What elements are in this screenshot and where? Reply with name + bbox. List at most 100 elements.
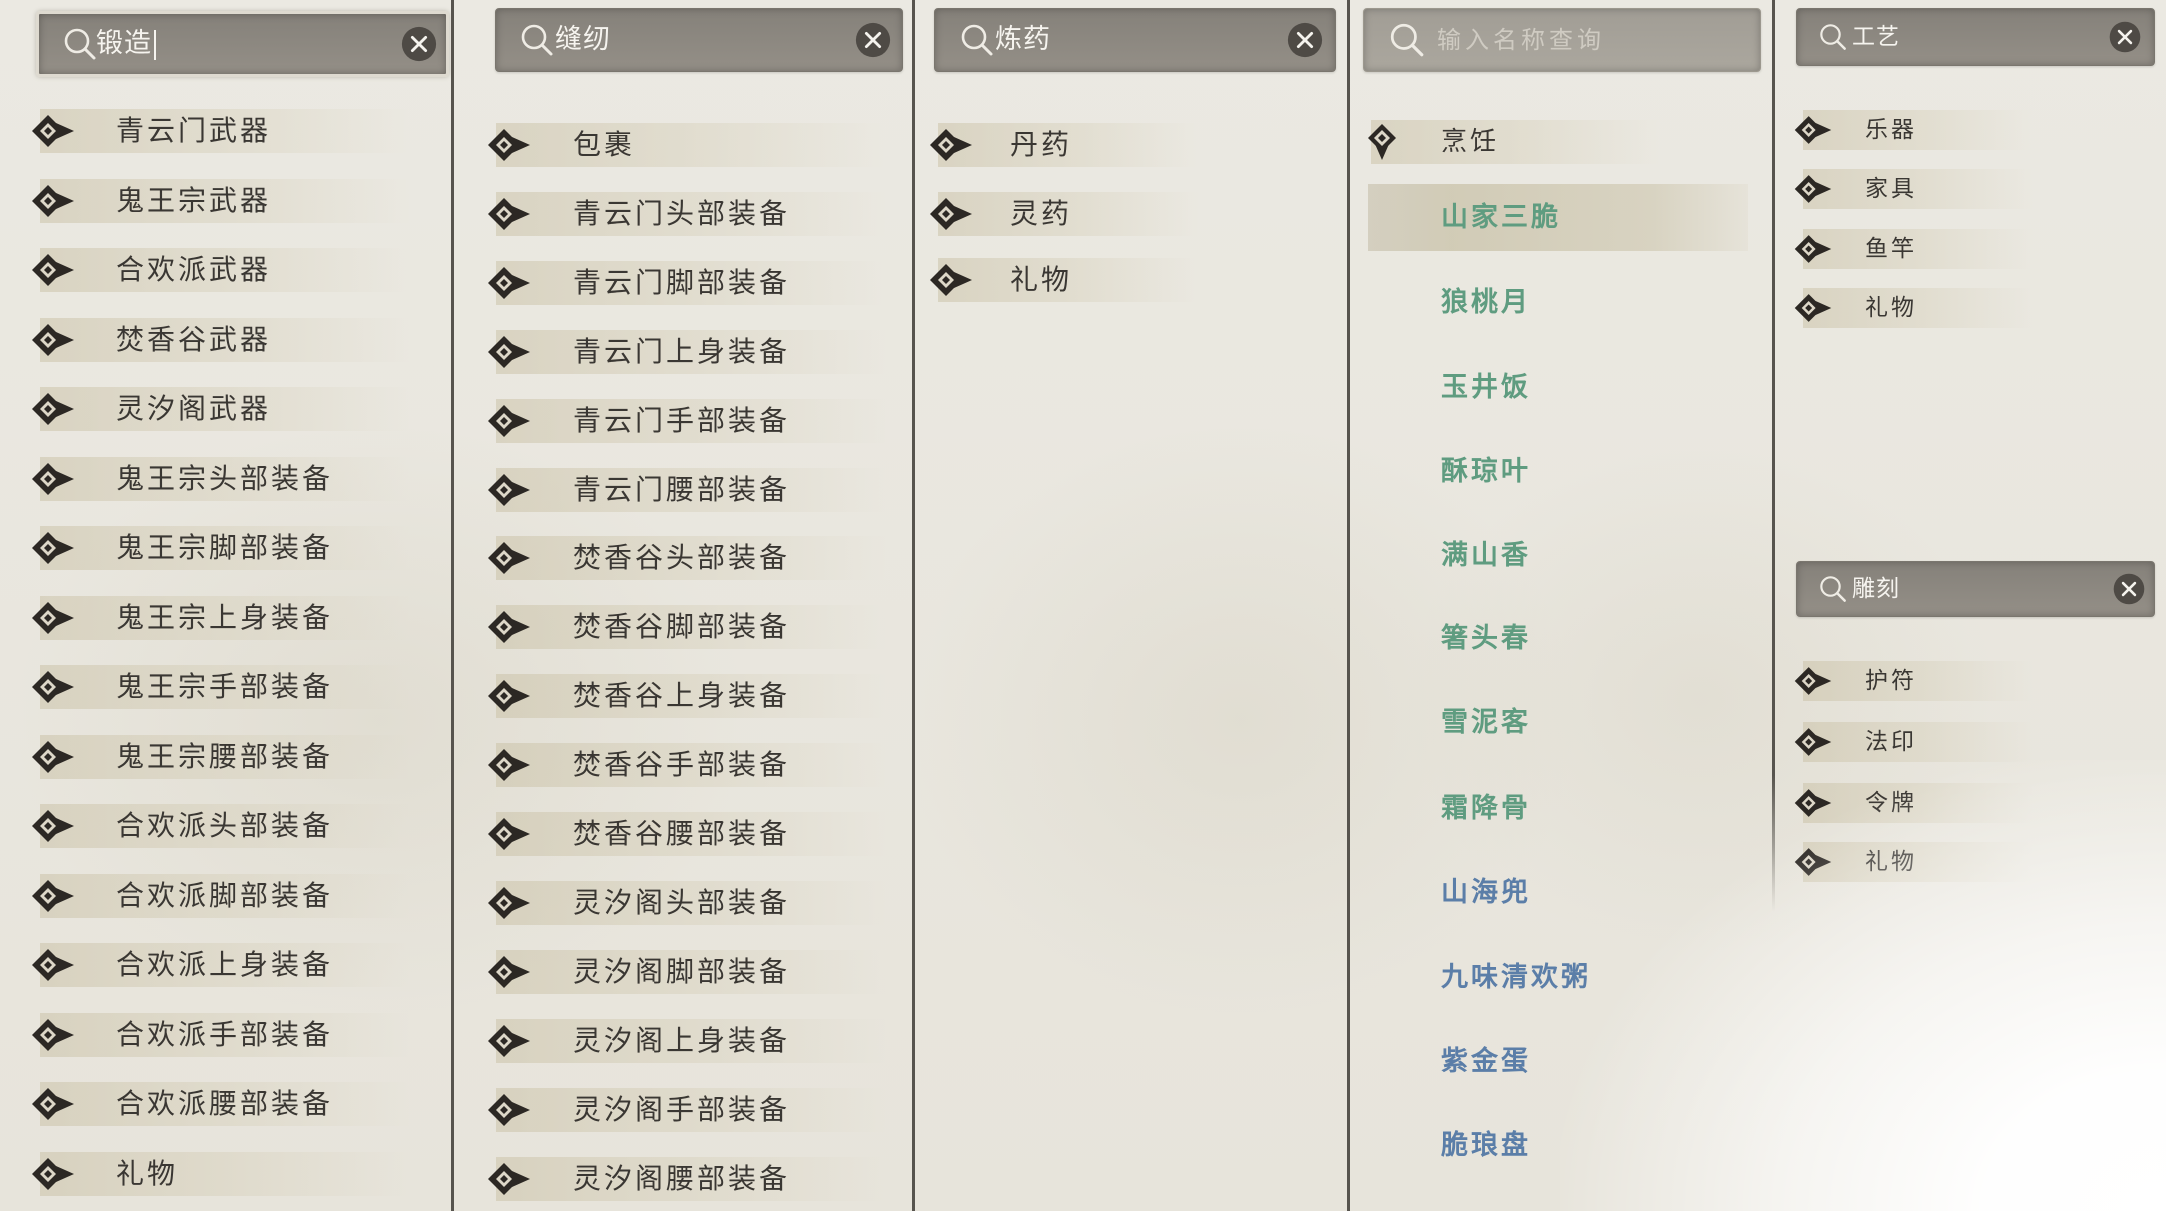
- list-item[interactable]: 灵汐阁上身装备: [486, 1019, 886, 1063]
- search-input[interactable]: 锻造: [96, 14, 386, 74]
- list-item[interactable]: 灵汐阁腰部装备: [486, 1157, 886, 1201]
- list-item-label: 焚香谷武器: [116, 323, 272, 356]
- clear-search-button[interactable]: [2108, 20, 2142, 54]
- list-item[interactable]: 鬼王宗手部装备: [30, 665, 410, 709]
- list-item-label: 焚香谷脚部装备: [573, 610, 791, 643]
- list-item[interactable]: 包裹: [486, 123, 886, 167]
- list-item[interactable]: 礼物: [1793, 288, 2033, 328]
- text-cursor: [154, 29, 156, 60]
- list-item-label: 灵汐阁脚部装备: [573, 955, 791, 988]
- list-item-label: 灵汐阁头部装备: [573, 886, 791, 919]
- list-item[interactable]: 合欢派头部装备: [30, 804, 410, 848]
- search-box: 缝纫: [495, 8, 903, 72]
- search-icon: [519, 22, 555, 58]
- search-box: 锻造: [36, 11, 449, 77]
- clear-search-button[interactable]: [1286, 21, 1324, 59]
- list-item[interactable]: 鬼王宗脚部装备: [30, 526, 410, 570]
- list-item[interactable]: 丹药: [928, 123, 1198, 167]
- list-item[interactable]: 青云门手部装备: [486, 399, 886, 443]
- recipe-item[interactable]: 满山香: [1368, 522, 1748, 589]
- list-item[interactable]: 灵汐阁头部装备: [486, 881, 886, 925]
- list-item[interactable]: 鬼王宗上身装备: [30, 596, 410, 640]
- list-item[interactable]: 鬼王宗头部装备: [30, 457, 410, 501]
- list-item[interactable]: 灵汐阁武器: [30, 387, 410, 431]
- diamond-arrow-right-icon: [928, 125, 974, 165]
- list-item-label: 包裹: [573, 128, 636, 161]
- recipe-item[interactable]: 雪泥客: [1368, 689, 1748, 756]
- list-item[interactable]: 青云门头部装备: [486, 192, 886, 236]
- list-item[interactable]: 鬼王宗武器: [30, 179, 410, 223]
- list-item[interactable]: 焚香谷手部装备: [486, 743, 886, 787]
- list-item[interactable]: 焚香谷武器: [30, 318, 410, 362]
- list-item-label: 合欢派武器: [116, 253, 272, 286]
- search-input[interactable]: 缝纫: [555, 9, 842, 71]
- recipe-label: 酥琼叶: [1441, 456, 1531, 487]
- list-item[interactable]: 合欢派手部装备: [30, 1013, 410, 1057]
- list-item-label: 鱼竿: [1865, 236, 1917, 262]
- list-item[interactable]: 灵药: [928, 192, 1198, 236]
- list-item[interactable]: 青云门腰部装备: [486, 468, 886, 512]
- diamond-arrow-right-icon: [486, 607, 532, 647]
- list-item[interactable]: 合欢派腰部装备: [30, 1082, 410, 1126]
- search-box: 炼药: [934, 8, 1336, 72]
- list-item[interactable]: 合欢派武器: [30, 248, 410, 292]
- recipe-item[interactable]: 箸头春: [1368, 605, 1748, 672]
- list-item-label: 灵药: [1010, 197, 1073, 230]
- recipe-label: 山海兜: [1441, 877, 1531, 908]
- list-item[interactable]: 灵汐阁脚部装备: [486, 950, 886, 994]
- list-item-label: 合欢派上身装备: [116, 948, 334, 981]
- diamond-arrow-down-icon: [1361, 122, 1407, 162]
- list-item-label: 合欢派手部装备: [116, 1018, 334, 1051]
- search-input[interactable]: 炼药: [995, 9, 1275, 71]
- list-item[interactable]: 合欢派上身装备: [30, 943, 410, 987]
- list-item[interactable]: 礼物: [30, 1152, 410, 1196]
- list-item[interactable]: 乐器: [1793, 110, 2033, 150]
- list-item[interactable]: 合欢派脚部装备: [30, 874, 410, 918]
- clear-search-button[interactable]: [400, 25, 438, 63]
- list-item[interactable]: 焚香谷脚部装备: [486, 605, 886, 649]
- list-item[interactable]: 护符: [1793, 661, 2033, 701]
- search-input[interactable]: 工艺: [1852, 9, 2094, 65]
- list-item[interactable]: 家具: [1793, 169, 2033, 209]
- list-item-label: 灵汐阁手部装备: [573, 1093, 791, 1126]
- diamond-arrow-right-icon: [486, 814, 532, 854]
- list-item[interactable]: 鬼王宗腰部装备: [30, 735, 410, 779]
- recipe-item-selected[interactable]: 山家三脆: [1368, 184, 1748, 251]
- diamond-arrow-right-icon: [30, 806, 76, 846]
- diamond-arrow-right-icon: [30, 459, 76, 499]
- list-item-label: 青云门头部装备: [573, 197, 791, 230]
- diamond-arrow-right-icon: [486, 883, 532, 923]
- list-item[interactable]: 焚香谷上身装备: [486, 674, 886, 718]
- recipe-item[interactable]: 狼桃月: [1368, 269, 1748, 336]
- list-item-label: 礼物: [1010, 263, 1073, 296]
- clear-search-button[interactable]: [854, 21, 892, 59]
- list-item[interactable]: 青云门武器: [30, 109, 410, 153]
- diamond-arrow-right-icon: [486, 263, 532, 303]
- search-input[interactable]: 输入名称查询: [1437, 9, 1750, 71]
- search-box: 雕刻: [1796, 561, 2155, 617]
- list-item[interactable]: 青云门脚部装备: [486, 261, 886, 305]
- list-item-label: 青云门上身装备: [573, 335, 791, 368]
- list-item[interactable]: 灵汐阁手部装备: [486, 1088, 886, 1132]
- diamond-arrow-right-icon: [30, 1084, 76, 1124]
- recipe-item[interactable]: 酥琼叶: [1368, 438, 1748, 505]
- search-input[interactable]: 雕刻: [1852, 562, 2094, 616]
- list-item-label: 青云门武器: [116, 114, 272, 147]
- list-item[interactable]: 礼物: [928, 258, 1198, 302]
- list-item-label: 鬼王宗上身装备: [116, 601, 334, 634]
- list-item-label: 灵汐阁腰部装备: [573, 1162, 791, 1195]
- recipe-label: 玉井饭: [1441, 372, 1531, 403]
- list-item[interactable]: 鱼竿: [1793, 229, 2033, 269]
- diamond-arrow-right-icon: [1793, 663, 1833, 699]
- list-item[interactable]: 焚香谷头部装备: [486, 536, 886, 580]
- category-header-expanded[interactable]: 烹饪: [1361, 120, 1661, 164]
- clear-search-button[interactable]: [2112, 572, 2146, 606]
- search-icon: [1818, 22, 1848, 52]
- list-item-label: 鬼王宗脚部装备: [116, 531, 334, 564]
- list-item-label: 焚香谷腰部装备: [573, 817, 791, 850]
- recipe-item[interactable]: 玉井饭: [1368, 354, 1748, 421]
- list-item[interactable]: 焚香谷腰部装备: [486, 812, 886, 856]
- list-item[interactable]: 法印: [1793, 722, 2033, 762]
- diamond-arrow-right-icon: [30, 598, 76, 638]
- list-item[interactable]: 青云门上身装备: [486, 330, 886, 374]
